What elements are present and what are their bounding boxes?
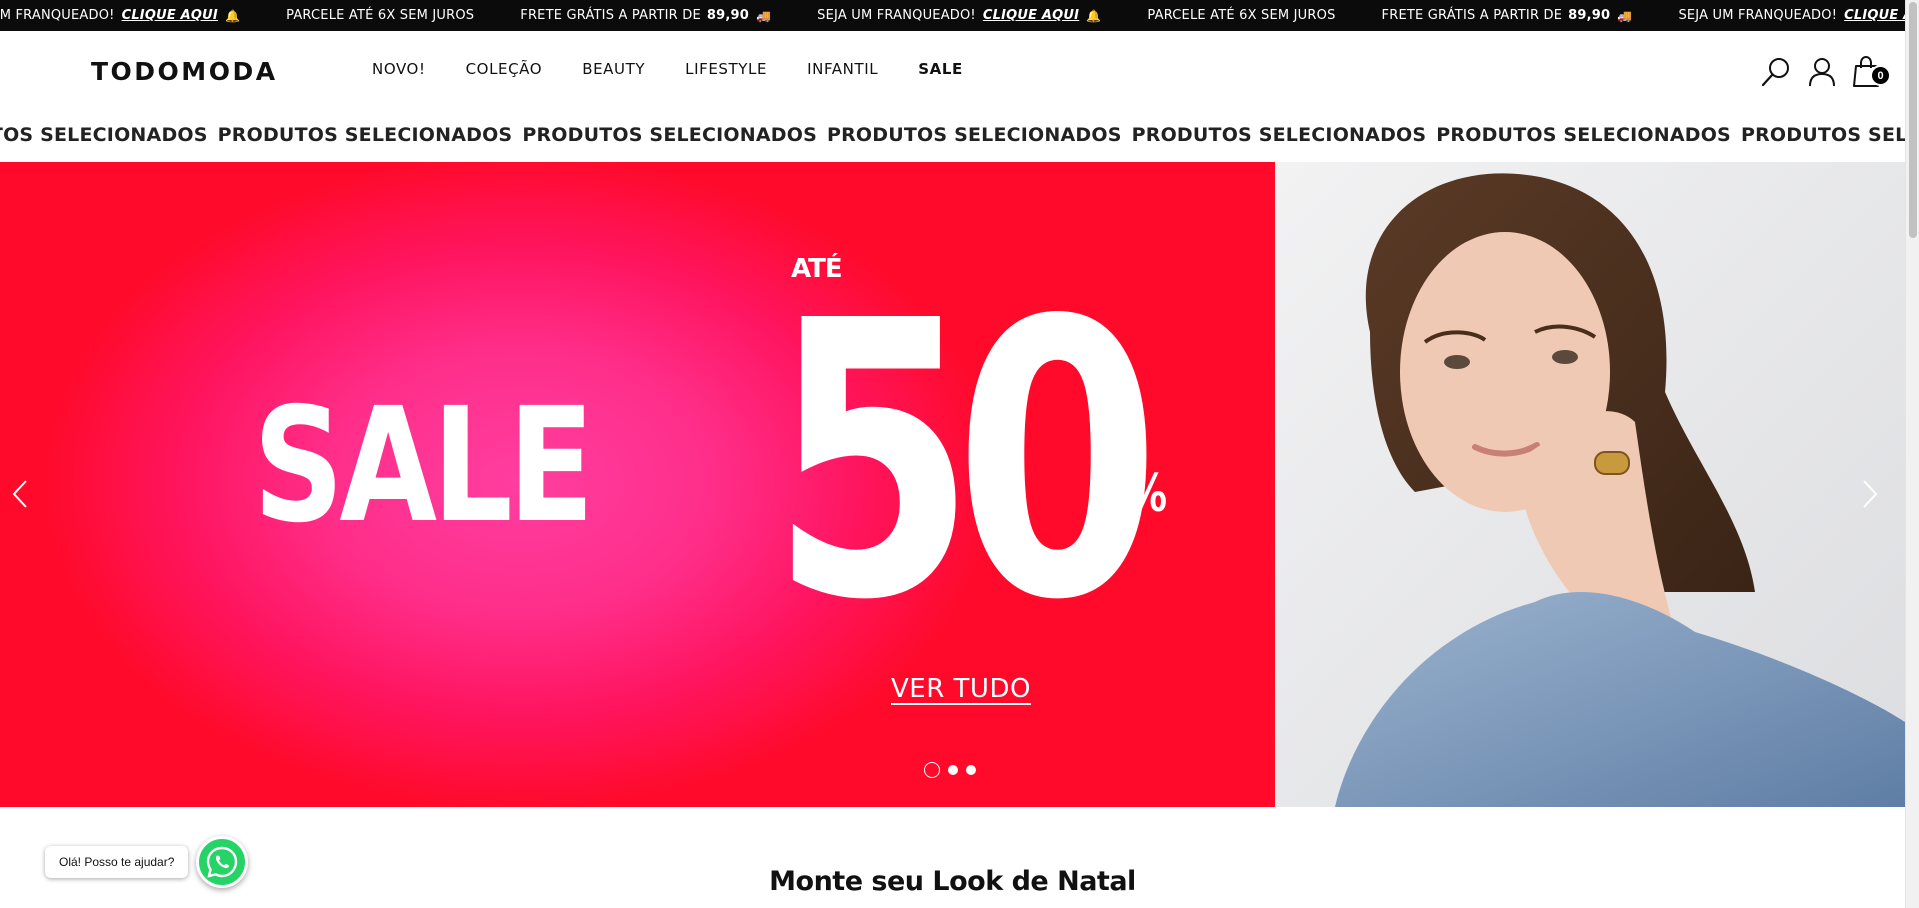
hero-carousel: SALE ATÉ 50 % VER TUDO (0, 162, 1905, 807)
nav-lifestyle[interactable]: LIFESTYLE (685, 60, 767, 78)
whatsapp-icon (206, 846, 238, 878)
announcement-amount: 89,90 (1568, 8, 1611, 23)
announcement-item[interactable]: SEJA UM FRANQUEADO! CLIQUE AQUI 🔔 (817, 8, 1101, 23)
carousel-dot-1[interactable] (924, 762, 940, 778)
announcement-text: PARCELE ATÉ 6X SEM JUROS (1147, 8, 1336, 23)
nav-sale[interactable]: SALE (918, 60, 963, 78)
user-icon[interactable] (1805, 55, 1839, 89)
announcement-item: PARCELE ATÉ 6X SEM JUROS (286, 8, 474, 23)
carousel-dot-2[interactable] (948, 765, 958, 775)
site-header: TODOMODA NOVO! COLEÇÃO BEAUTY LIFESTYLE … (0, 31, 1905, 111)
nav-novo[interactable]: NOVO! (372, 60, 426, 78)
hero-sale-text: SALE (253, 374, 594, 558)
bell-icon: 🔔 (1086, 8, 1102, 23)
main-nav: NOVO! COLEÇÃO BEAUTY LIFESTYLE INFANTIL … (372, 60, 1003, 78)
announcement-item[interactable]: UM FRANQUEADO! CLIQUE AQUI 🔔 (0, 8, 240, 23)
clique-aqui-link[interactable]: CLIQUE AQUI (1844, 8, 1905, 23)
hero-percent-sign: % (1128, 464, 1168, 524)
announcement-item: PARCELE ATÉ 6X SEM JUROS (1147, 8, 1335, 23)
marquee-item: PRODUTOS SELECIONADOS (1740, 124, 1905, 146)
announcement-amount: 89,90 (706, 8, 750, 23)
clique-aqui-link[interactable]: CLIQUE AQUI (983, 8, 1079, 23)
section-title: Monte seu Look de Natal (769, 866, 1136, 897)
nav-beauty[interactable]: BEAUTY (582, 60, 645, 78)
marquee-track: PRODUTOS SELECIONADOS PRODUTOS SELECIONAD… (0, 124, 1905, 146)
header-icons: 0 (1747, 55, 1905, 89)
cart-count-badge: 0 (1870, 65, 1891, 86)
scrollbar-thumb[interactable] (1909, 2, 1917, 238)
announcement-text: PARCELE ATÉ 6X SEM JUROS (286, 8, 475, 23)
announcement-text: SEJA UM FRANQUEADO! (817, 8, 976, 23)
whatsapp-button[interactable] (196, 836, 248, 888)
search-icon[interactable] (1759, 55, 1793, 89)
truck-icon: 🚚 (756, 8, 772, 23)
cart-icon[interactable]: 0 (1851, 55, 1891, 89)
marquee-item: PRODUTOS SELECIONADOS (826, 124, 1122, 146)
announcement-item: FRETE GRÁTIS A PARTIR DE 89,90 🚚 (520, 8, 771, 23)
promo-marquee: PRODUTOS SELECIONADOS PRODUTOS SELECIONAD… (0, 111, 1905, 161)
carousel-prev-arrow[interactable] (4, 477, 38, 511)
marquee-item: PRODUTOS SELECIONADOS (1436, 124, 1731, 146)
announcement-text: SEJA UM FRANQUEADO! (1678, 8, 1838, 23)
truck-icon: 🚚 (1617, 8, 1633, 23)
marquee-item: PRODUTOS SELECIONADOS (522, 124, 817, 146)
bell-icon: 🔔 (224, 8, 241, 23)
ver-tudo-link[interactable]: VER TUDO (891, 674, 1031, 704)
marquee-item: PRODUTOS SELECIONADOS (0, 124, 208, 146)
clique-aqui-link[interactable]: CLIQUE AQUI (122, 8, 218, 23)
announcement-text: UM FRANQUEADO! (0, 8, 115, 23)
hero-discount-number: 50 (770, 240, 1161, 683)
marquee-item: PRODUTOS SELECIONADOS (217, 124, 513, 146)
nav-colecao[interactable]: COLEÇÃO (466, 60, 543, 78)
announcement-item[interactable]: SEJA UM FRANQUEADO!CLIQUE AQUI🔔 (1678, 8, 1905, 23)
announcement-item: FRETE GRÁTIS A PARTIR DE 89,90 🚚 (1382, 8, 1633, 23)
announcement-text: FRETE GRÁTIS A PARTIR DE (1381, 8, 1563, 23)
hero-banner[interactable]: SALE ATÉ 50 % VER TUDO (0, 162, 1275, 807)
announcement-text: FRETE GRÁTIS A PARTIR DE (520, 8, 701, 23)
hero-model-image (1275, 162, 1905, 807)
logo[interactable]: TODOMODA (91, 57, 278, 86)
whatsapp-bubble[interactable]: Olá! Posso te ajudar? (45, 846, 189, 878)
nav-infantil[interactable]: INFANTIL (807, 60, 878, 78)
announcement-bar: UM FRANQUEADO! CLIQUE AQUI 🔔 PARCELE ATÉ 6X… (0, 0, 1905, 31)
carousel-next-arrow[interactable] (1852, 477, 1886, 511)
page-scrollbar[interactable] (1905, 0, 1919, 908)
announcement-track: UM FRANQUEADO! CLIQUE AQUI 🔔 PARCELE ATÉ 6X… (0, 0, 1905, 31)
carousel-dots (924, 762, 984, 778)
carousel-dot-3[interactable] (966, 765, 976, 775)
marquee-item: PRODUTOS SELECIONADOS (1131, 124, 1427, 146)
